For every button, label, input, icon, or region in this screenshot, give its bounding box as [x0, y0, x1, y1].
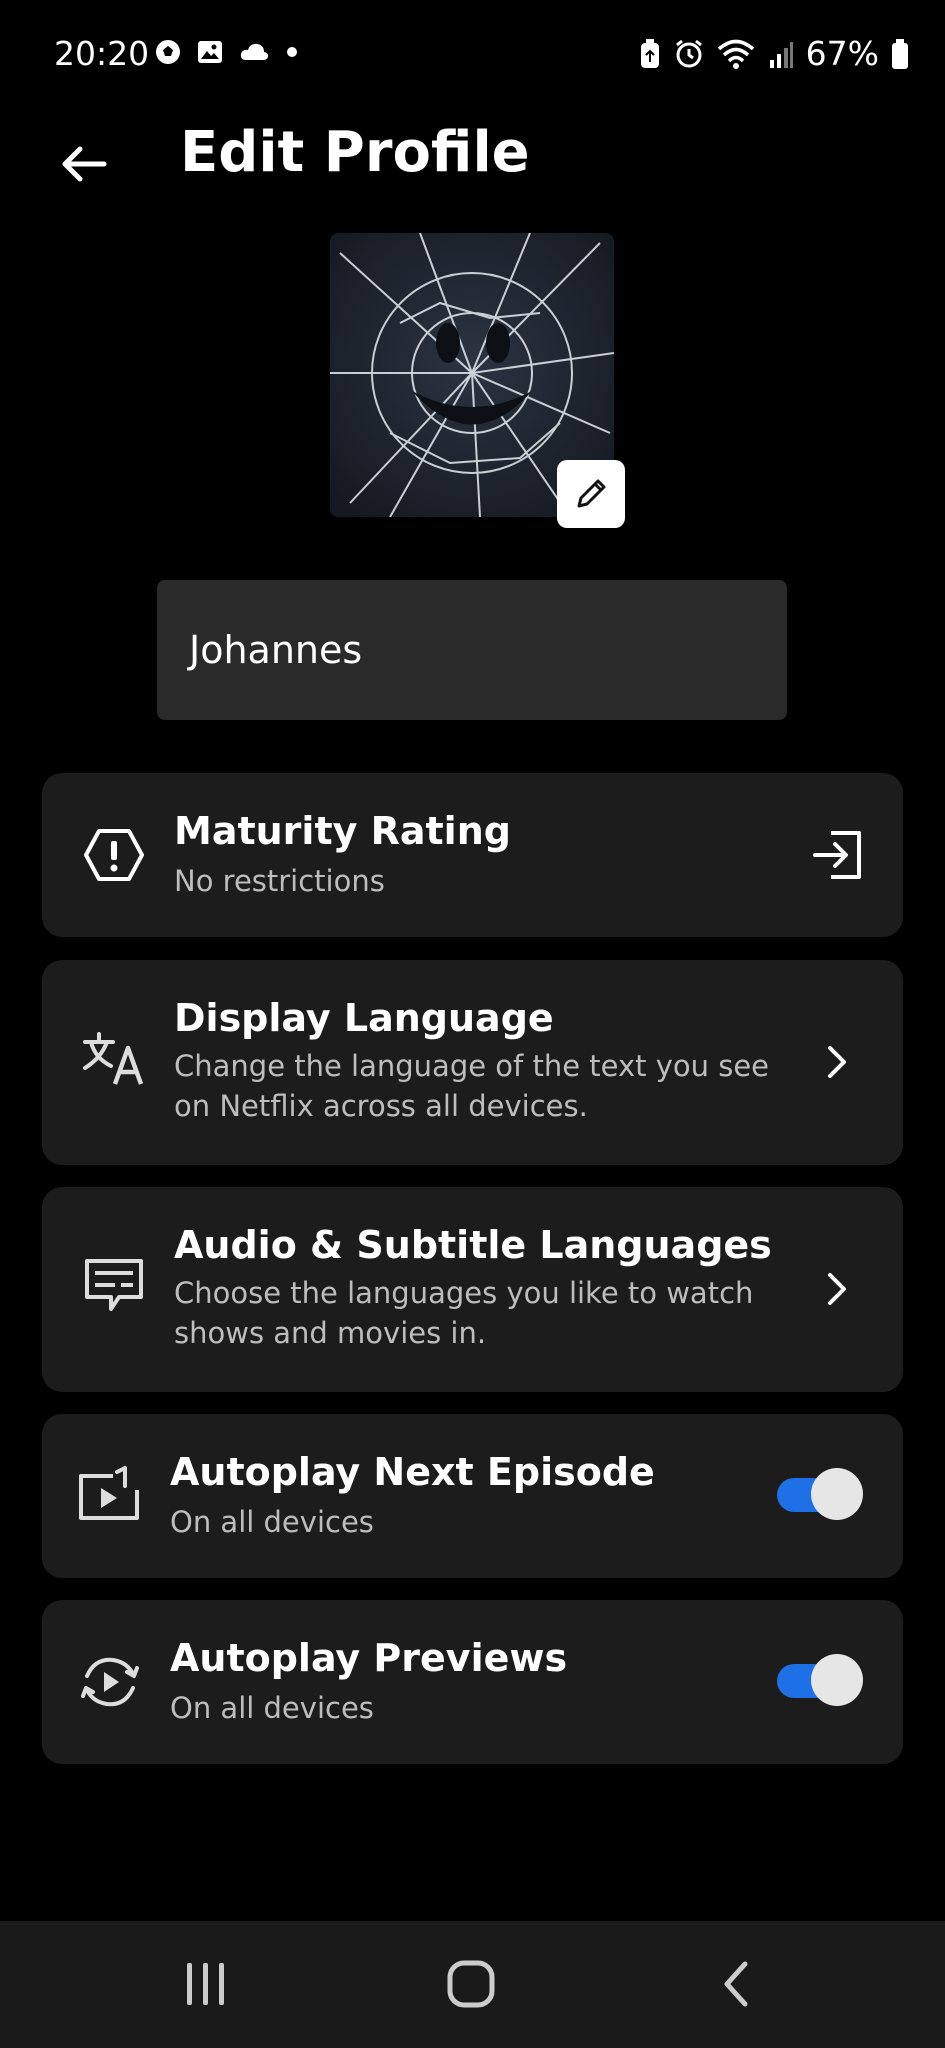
maturity-rating-card[interactable]: Maturity Rating No restrictions [42, 773, 903, 937]
cloud-icon [240, 43, 269, 60]
autoplay-previews-card: Autoplay Previews On all devices [42, 1600, 903, 1764]
display-language-card[interactable]: Display Language Change the language of … [42, 960, 903, 1165]
avatar-section [330, 233, 625, 528]
battery-icon [892, 38, 908, 69]
warning-hexagon-icon [76, 817, 152, 893]
autoplay-next-episode-subtitle: On all devices [170, 1505, 374, 1539]
pencil-icon [577, 479, 606, 508]
translate-icon [76, 1020, 152, 1096]
autoplay-previews-toggle[interactable] [777, 1654, 863, 1706]
system-back-button[interactable] [696, 1949, 776, 2019]
page-title: Edit Profile [180, 120, 530, 185]
display-language-subtitle: Change the language of the text you see … [174, 1049, 770, 1123]
autoplay-next-icon [72, 1458, 148, 1534]
signal-icon [769, 41, 793, 68]
status-left-icons [154, 38, 300, 66]
home-button[interactable] [431, 1949, 511, 2019]
subtitles-icon [76, 1247, 152, 1323]
audio-subtitle-title: Audio & Subtitle Languages [174, 1223, 772, 1267]
autoplay-next-episode-title: Autoplay Next Episode [170, 1450, 655, 1494]
audio-subtitle-subtitle: Choose the languages you like to watch s… [174, 1276, 754, 1350]
autoplay-next-episode-card: Autoplay Next Episode On all devices [42, 1414, 903, 1578]
maturity-rating-title: Maturity Rating [174, 809, 511, 853]
autoplay-previews-subtitle: On all devices [170, 1691, 374, 1725]
edit-avatar-button[interactable] [557, 460, 625, 528]
wifi-icon [717, 39, 754, 69]
autoplay-previews-title: Autoplay Previews [170, 1636, 568, 1680]
alarm-icon [675, 39, 702, 67]
autoplay-next-episode-toggle[interactable] [777, 1468, 863, 1520]
profile-name-value: Johannes [189, 628, 363, 672]
soccer-ball-icon [156, 40, 180, 64]
audio-subtitle-languages-card[interactable]: Audio & Subtitle Languages Choose the la… [42, 1187, 903, 1392]
display-language-title: Display Language [174, 996, 554, 1040]
exit-icon [805, 823, 869, 887]
home-icon [447, 1960, 495, 2008]
status-bar: 20:20 67% [0, 0, 945, 110]
battery-saver-icon [640, 38, 659, 68]
chevron-right-icon [805, 1257, 869, 1321]
back-button[interactable] [50, 130, 118, 198]
system-nav-bar [0, 1921, 945, 2048]
system-back-icon [724, 1961, 748, 2007]
chevron-right-icon [805, 1030, 869, 1094]
status-time: 20:20 [54, 34, 150, 73]
maturity-rating-subtitle: No restrictions [174, 864, 385, 898]
profile-name-field[interactable]: Johannes [157, 580, 787, 720]
battery-percentage: 67% [805, 34, 879, 73]
toggle-knob [811, 1468, 863, 1520]
toggle-knob [811, 1654, 863, 1706]
status-right: 67% [638, 34, 909, 73]
autoplay-previews-icon [72, 1644, 148, 1720]
dot-icon [287, 47, 297, 57]
image-icon [198, 41, 222, 63]
back-arrow-icon [62, 146, 107, 182]
recent-apps-icon [187, 1963, 224, 2005]
recent-apps-button[interactable] [166, 1949, 246, 2019]
app-header: Edit Profile [0, 110, 945, 240]
